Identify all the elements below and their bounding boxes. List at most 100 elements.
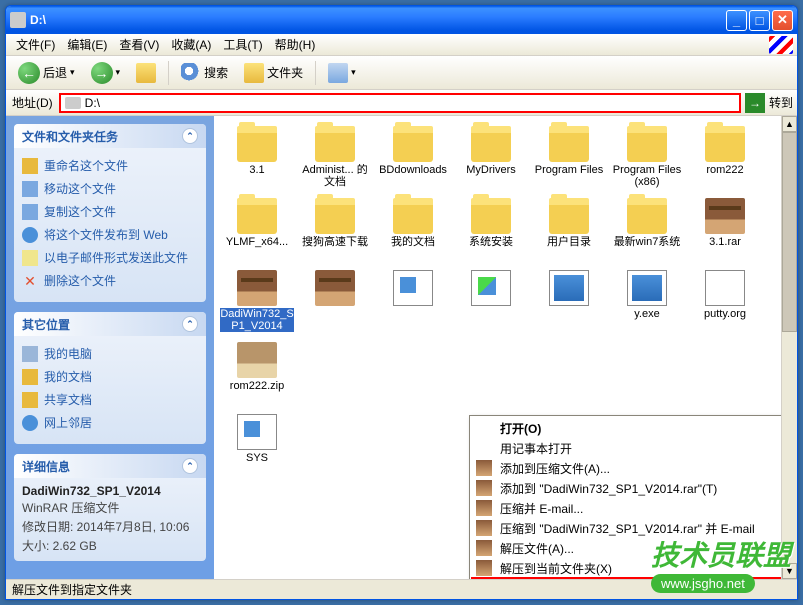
go-button[interactable]: → xyxy=(745,93,765,113)
file-label: Program Files (x86) xyxy=(610,164,684,188)
file-item[interactable]: 我的文档 xyxy=(374,196,452,268)
file-item[interactable]: 最新win7系统 xyxy=(608,196,686,268)
file-item[interactable]: MyDrivers xyxy=(452,124,530,196)
address-input[interactable]: D:\ xyxy=(59,93,741,113)
reg-icon xyxy=(471,270,511,306)
up-button[interactable] xyxy=(130,59,162,87)
tasks-panel: 文件和文件夹任务 ⌃ 重命名这个文件 移动这个文件 复制这个文件 将这个文件发布… xyxy=(14,124,206,302)
file-item[interactable]: BDdownloads xyxy=(374,124,452,196)
file-label: YLMF_x64... xyxy=(226,236,288,248)
network-icon xyxy=(22,415,38,431)
search-label: 搜索 xyxy=(204,64,228,81)
go-label[interactable]: 转到 xyxy=(769,94,793,111)
ctx-notepad[interactable]: 用记事本打开 xyxy=(472,438,797,458)
views-button[interactable]: ▾ xyxy=(322,59,362,87)
file-item[interactable]: Administ... 的文档 xyxy=(296,124,374,196)
fold-icon xyxy=(471,198,511,234)
body: 文件和文件夹任务 ⌃ 重命名这个文件 移动这个文件 复制这个文件 将这个文件发布… xyxy=(6,116,797,579)
tasks-header[interactable]: 文件和文件夹任务 ⌃ xyxy=(14,124,206,148)
place-network[interactable]: 网上邻居 xyxy=(22,411,198,434)
place-mycomputer[interactable]: 我的电脑 xyxy=(22,342,198,365)
file-item[interactable]: y.exe xyxy=(608,268,686,340)
folders-label: 文件夹 xyxy=(267,64,303,81)
fold-icon xyxy=(549,198,589,234)
menu-help[interactable]: 帮助(H) xyxy=(269,34,322,55)
file-item[interactable] xyxy=(530,268,608,340)
file-item[interactable]: rom222.zip xyxy=(218,340,296,412)
task-publish[interactable]: 将这个文件发布到 Web xyxy=(22,223,198,246)
content-area[interactable]: 3.1Administ... 的文档BDdownloadsMyDriversPr… xyxy=(214,116,797,579)
menu-edit[interactable]: 编辑(E) xyxy=(61,34,113,55)
ctx-add-archive[interactable]: 添加到压缩文件(A)... xyxy=(472,458,797,478)
file-item[interactable]: YLMF_x64... xyxy=(218,196,296,268)
file-item[interactable] xyxy=(374,268,452,340)
collapse-icon: ⌃ xyxy=(182,128,198,144)
file-label: y.exe xyxy=(634,308,659,320)
folders-button[interactable]: 文件夹 xyxy=(238,59,309,87)
task-email[interactable]: 以电子邮件形式发送此文件 xyxy=(22,246,198,269)
menu-favorites[interactable]: 收藏(A) xyxy=(165,34,217,55)
titlebar[interactable]: D:\ _ □ ✕ xyxy=(6,6,797,34)
file-label: SYS xyxy=(246,452,268,464)
rar-icon xyxy=(476,520,492,536)
file-item[interactable]: DadiWin732_SP1_V2014 xyxy=(218,268,296,340)
views-icon xyxy=(328,63,348,83)
file-item[interactable]: 系统安装 xyxy=(452,196,530,268)
move-icon xyxy=(22,181,38,197)
file-label: rom222 xyxy=(706,164,743,176)
rar-icon xyxy=(476,460,492,476)
file-label: putty.org xyxy=(704,308,746,320)
file-item[interactable]: Program Files xyxy=(530,124,608,196)
email-icon xyxy=(22,250,38,266)
close-button[interactable]: ✕ xyxy=(772,10,793,31)
scroll-thumb[interactable] xyxy=(782,132,797,332)
places-title: 其它位置 xyxy=(22,316,70,333)
exe-icon xyxy=(627,270,667,306)
window-title: D:\ xyxy=(30,13,726,27)
task-delete[interactable]: ✕删除这个文件 xyxy=(22,269,198,292)
file-item[interactable] xyxy=(296,268,374,340)
menu-tools[interactable]: 工具(T) xyxy=(217,34,268,55)
menu-view[interactable]: 查看(V) xyxy=(113,34,165,55)
ctx-open[interactable]: 打开(O) xyxy=(472,418,797,438)
file-label: 用户目录 xyxy=(547,236,591,248)
task-move[interactable]: 移动这个文件 xyxy=(22,177,198,200)
rar-icon xyxy=(476,500,492,516)
file-label: Administ... 的文档 xyxy=(298,164,372,188)
txt-icon xyxy=(705,270,745,306)
file-item[interactable]: 3.1 xyxy=(218,124,296,196)
scroll-up-icon[interactable]: ▲ xyxy=(782,116,797,132)
minimize-button[interactable]: _ xyxy=(726,10,747,31)
vertical-scrollbar[interactable]: ▲ ▼ xyxy=(781,116,797,579)
task-rename[interactable]: 重命名这个文件 xyxy=(22,154,198,177)
forward-button[interactable]: → ▾ xyxy=(85,58,127,88)
ctx-compress-email[interactable]: 压缩并 E-mail... xyxy=(472,498,797,518)
details-header[interactable]: 详细信息 ⌃ xyxy=(14,454,206,478)
task-copy[interactable]: 复制这个文件 xyxy=(22,200,198,223)
file-label: 搜狗高速下载 xyxy=(302,236,368,248)
places-header[interactable]: 其它位置 ⌃ xyxy=(14,312,206,336)
details-panel: 详细信息 ⌃ DadiWin732_SP1_V2014 WinRAR 压缩文件 … xyxy=(14,454,206,561)
file-label: 系统安装 xyxy=(469,236,513,248)
collapse-icon: ⌃ xyxy=(182,316,198,332)
file-item[interactable]: Program Files (x86) xyxy=(608,124,686,196)
rename-icon xyxy=(22,158,38,174)
file-label: BDdownloads xyxy=(379,164,447,176)
bat-icon xyxy=(237,414,277,450)
rar-icon xyxy=(476,560,492,576)
menu-file[interactable]: 文件(F) xyxy=(10,34,61,55)
place-shared[interactable]: 共享文档 xyxy=(22,388,198,411)
file-item[interactable]: SYS xyxy=(218,412,296,484)
search-button[interactable]: 搜索 xyxy=(175,59,234,87)
file-item[interactable]: putty.org xyxy=(686,268,764,340)
maximize-button[interactable]: □ xyxy=(749,10,770,31)
file-item[interactable] xyxy=(452,268,530,340)
file-item[interactable]: 3.1.rar xyxy=(686,196,764,268)
back-button[interactable]: ← 后退 ▾ xyxy=(12,58,81,88)
file-item[interactable]: rom222 xyxy=(686,124,764,196)
file-item[interactable]: 搜狗高速下载 xyxy=(296,196,374,268)
ctx-add-to[interactable]: 添加到 "DadiWin732_SP1_V2014.rar"(T) xyxy=(472,478,797,498)
separator xyxy=(315,61,316,85)
place-mydocuments[interactable]: 我的文档 xyxy=(22,365,198,388)
file-item[interactable]: 用户目录 xyxy=(530,196,608,268)
